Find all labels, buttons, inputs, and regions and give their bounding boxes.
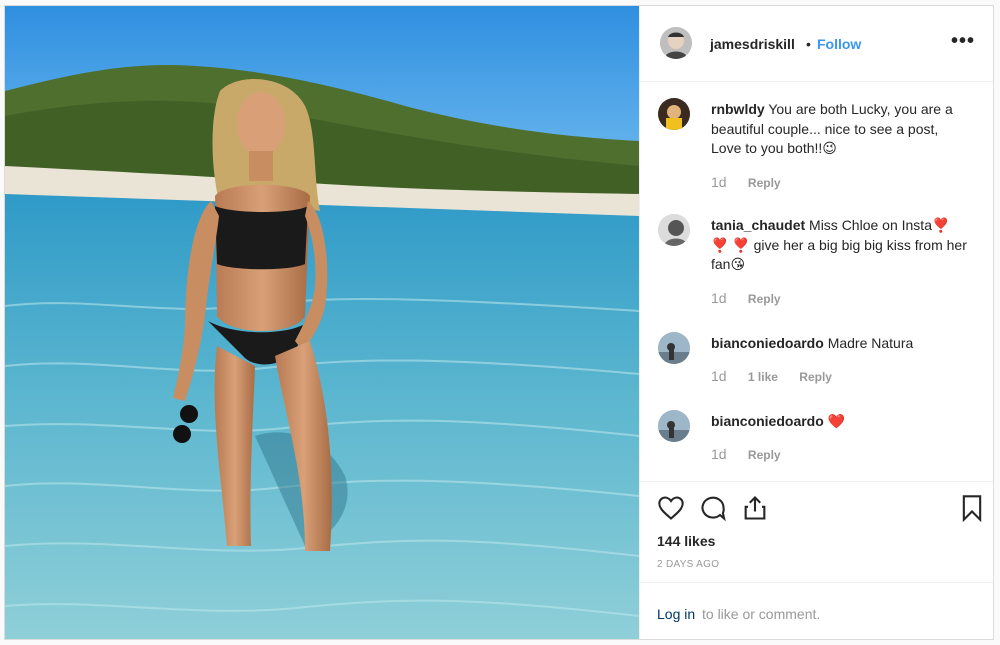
login-prompt: Log in to like or comment. [640,582,993,638]
post-card: jamesdriskill • Follow ••• rnbwldy You a… [4,5,994,640]
author-avatar[interactable] [660,27,692,59]
commenter-avatar[interactable] [658,410,690,442]
comment-meta: 1d Reply [711,174,781,190]
likes-count[interactable]: 144 likes [657,533,715,549]
comment-item: bianconiedoardo ❤️ 1d Reply [640,402,993,474]
post-actions: 144 likes 2 DAYS AGO Log in to like or c… [640,481,993,638]
login-link[interactable]: Log in [657,606,695,622]
post-sidebar: jamesdriskill • Follow ••• rnbwldy You a… [639,6,993,639]
comment-text-block: tania_chaudet Miss Chloe on Insta❣️ ❣️ ❣… [711,216,969,275]
comment-text-block: rnbwldy You are both Lucky, you are a be… [711,100,969,159]
post-header: jamesdriskill • Follow ••• [640,6,993,82]
commenter-avatar[interactable] [658,214,690,246]
author-username[interactable]: jamesdriskill [710,36,795,52]
follow-button[interactable]: Follow [817,36,861,52]
comment-meta: 1d Reply [711,290,781,306]
avatar-image [660,27,692,59]
comment-age[interactable]: 1d [711,446,727,462]
reply-button[interactable]: Reply [748,292,781,306]
comment-age[interactable]: 1d [711,290,727,306]
reply-button[interactable]: Reply [748,448,781,462]
avatar-image [658,98,690,130]
avatar-image [658,410,690,442]
more-dots-icon[interactable]: ••• [951,30,975,53]
comment-age[interactable]: 1d [711,174,727,190]
beach-photo-illustration [5,6,639,639]
comment-meta: 1d Reply [711,446,781,462]
comment-text-block: bianconiedoardo ❤️ [711,412,969,432]
post-date[interactable]: 2 DAYS AGO [657,559,719,570]
comment-item: rnbwldy You are both Lucky, you are a be… [640,90,993,200]
login-prompt-text: to like or comment. [702,606,821,622]
comment-body: ❤️ [827,413,846,429]
header-separator: • [806,36,811,52]
comment-item: bianconiedoardo Madre Natura 1d 1 like R… [640,324,993,396]
comment-likes[interactable]: 1 like [748,370,778,384]
heart-icon[interactable] [657,494,685,522]
avatar-image [658,214,690,246]
commenter-avatar[interactable] [658,98,690,130]
share-icon[interactable] [741,494,769,522]
comment-bubble-icon[interactable] [699,494,727,522]
commenter-avatar[interactable] [658,332,690,364]
comment-body: Madre Natura [827,335,914,351]
comment-item: tania_chaudet Miss Chloe on Insta❣️ ❣️ ❣… [640,206,993,316]
comment-username[interactable]: bianconiedoardo [711,335,824,351]
comment-username[interactable]: rnbwldy [711,101,765,117]
comment-age[interactable]: 1d [711,368,727,384]
comment-username[interactable]: tania_chaudet [711,217,805,233]
avatar-image [658,332,690,364]
bookmark-icon[interactable] [958,494,986,523]
reply-button[interactable]: Reply [799,370,832,384]
reply-button[interactable]: Reply [748,176,781,190]
post-photo[interactable] [5,6,639,639]
comment-text-block: bianconiedoardo Madre Natura [711,334,969,354]
comment-username[interactable]: bianconiedoardo [711,413,824,429]
comment-meta: 1d 1 like Reply [711,368,832,384]
